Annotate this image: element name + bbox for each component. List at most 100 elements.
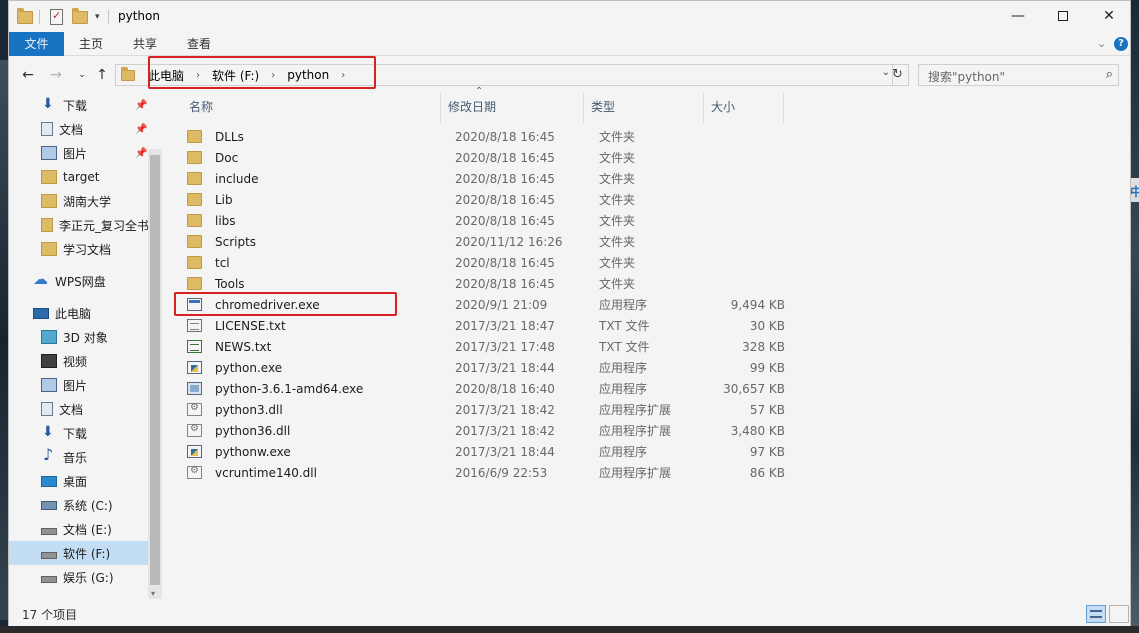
tab-home[interactable]: 主页: [75, 32, 107, 56]
sidebar-item-label: 视频: [63, 354, 88, 369]
close-button[interactable]: ✕: [1086, 1, 1132, 32]
file-date: 2017/3/21 18:44: [455, 360, 555, 375]
file-date: 2017/3/21 17:48: [455, 339, 555, 354]
file-type: 文件夹: [599, 172, 636, 186]
large-icons-view-button[interactable]: [1109, 605, 1129, 623]
cube-icon: [41, 330, 57, 344]
drive-icon: [41, 576, 57, 583]
sidebar-item-wps-cloud[interactable]: WPS网盘: [9, 269, 149, 293]
file-name: LICENSE.txt: [215, 318, 286, 333]
refresh-icon[interactable]: ↻: [887, 64, 909, 86]
drive-icon: [41, 528, 57, 535]
sidebar-item-label: 此电脑: [55, 306, 92, 321]
minimize-button[interactable]: —: [995, 1, 1041, 32]
sidebar-scrollbar-thumb[interactable]: [150, 155, 160, 585]
scroll-down-chevron-icon[interactable]: ▾: [151, 589, 155, 598]
file-row[interactable]: vcruntime140.dll 2016/6/9 22:53 应用程序扩展 86 K…: [182, 462, 792, 483]
folder-icon: [41, 194, 57, 208]
file-row[interactable]: python-3.6.1-amd64.exe 2020/8/18 16:40 应用程…: [182, 378, 792, 399]
file-name: python-3.6.1-amd64.exe: [215, 381, 364, 396]
file-row[interactable]: python36.dll 2017/3/21 18:42 应用程序扩展 3,480 K…: [182, 420, 792, 441]
file-type: 应用程序扩展: [599, 466, 672, 480]
quick-access-folder-icon[interactable]: [17, 7, 33, 26]
file-row[interactable]: tcl 2020/8/18 16:45 文件夹: [182, 252, 792, 273]
maximize-button[interactable]: [1040, 1, 1086, 32]
sidebar-item-documents[interactable]: 文档 📌: [9, 117, 149, 141]
recent-locations-chevron-icon[interactable]: ⌄: [71, 65, 93, 85]
desktop-icon: [41, 475, 57, 487]
file-row[interactable]: python.exe 2017/3/21 18:44 应用程序 99 KB: [182, 357, 792, 378]
file-type: 应用程序扩展: [599, 403, 672, 417]
sidebar-item-videos[interactable]: 视频: [9, 349, 149, 373]
file-row[interactable]: NEWS.txt 2017/3/21 17:48 TXT 文件 328 KB: [182, 336, 792, 357]
installer-icon: [187, 382, 202, 395]
expand-ribbon-chevron-icon[interactable]: ⌄: [1097, 37, 1106, 50]
file-row[interactable]: DLLs 2020/8/18 16:45 文件夹: [182, 126, 792, 147]
sidebar-item-downloads[interactable]: 下载 📌: [9, 93, 149, 117]
sidebar-item-label: WPS网盘: [55, 274, 106, 289]
address-folder-icon: [121, 67, 135, 81]
file-type: 文件夹: [599, 193, 636, 207]
folder-icon: [187, 193, 202, 206]
pin-icon[interactable]: 📌: [135, 148, 147, 159]
back-arrow-icon[interactable]: ←: [17, 65, 39, 85]
search-icon[interactable]: ⌕: [1106, 67, 1113, 82]
folder-icon: [187, 172, 202, 185]
file-row[interactable]: libs 2020/8/18 16:45 文件夹: [182, 210, 792, 231]
system-drive-icon: [41, 500, 57, 510]
customize-toolbar-chevron-down-icon[interactable]: ▾: [95, 8, 100, 26]
details-view-button[interactable]: [1086, 605, 1106, 623]
tab-view[interactable]: 查看: [183, 32, 215, 56]
sidebar-item-downloads-pc[interactable]: 下载: [9, 421, 149, 445]
file-row[interactable]: Scripts 2020/11/12 16:26 文件夹: [182, 231, 792, 252]
file-date: 2020/8/18 16:45: [455, 171, 555, 186]
file-row[interactable]: Lib 2020/8/18 16:45 文件夹: [182, 189, 792, 210]
sidebar-item-3d-objects[interactable]: 3D 对象: [9, 325, 149, 349]
sidebar-item-label: 桌面: [63, 474, 88, 489]
up-arrow-icon[interactable]: ↑: [91, 65, 113, 85]
sidebar-item-desktop[interactable]: 桌面: [9, 469, 149, 493]
sidebar-item-study-docs[interactable]: 学习文档: [9, 237, 149, 261]
sidebar-item-documents-pc[interactable]: 文档: [9, 397, 149, 421]
column-header-date[interactable]: 修改日期: [441, 93, 584, 123]
sidebar-item-drive-f[interactable]: 软件 (F:): [9, 541, 149, 565]
sidebar-item-music[interactable]: 音乐: [9, 445, 149, 469]
help-icon[interactable]: ?: [1114, 37, 1128, 51]
file-date: 2020/11/12 16:26: [455, 234, 563, 249]
file-row[interactable]: pythonw.exe 2017/3/21 18:44 应用程序 97 KB: [182, 441, 792, 462]
sidebar-item-pictures-pc[interactable]: 图片: [9, 373, 149, 397]
file-row[interactable]: python3.dll 2017/3/21 18:42 应用程序扩展 57 KB: [182, 399, 792, 420]
highlight-box-breadcrumb: [148, 56, 376, 89]
sidebar-item-hunan-university[interactable]: 湖南大学: [9, 189, 149, 213]
pin-icon[interactable]: 📌: [135, 124, 147, 135]
sidebar-item-drive-e[interactable]: 文档 (E:): [9, 517, 149, 541]
column-header-type[interactable]: 类型: [584, 93, 704, 123]
search-placeholder: 搜索"python": [928, 70, 1006, 84]
window-title: python: [118, 9, 160, 23]
file-size: 30,657 KB: [723, 381, 785, 396]
file-row[interactable]: Tools 2020/8/18 16:45 文件夹: [182, 273, 792, 294]
sidebar-item-this-pc[interactable]: 此电脑: [9, 301, 149, 325]
pin-icon[interactable]: 📌: [135, 100, 147, 111]
sidebar-item-target[interactable]: target: [9, 165, 149, 189]
computer-icon: [33, 307, 49, 319]
forward-arrow-icon[interactable]: →: [45, 65, 67, 85]
file-type: TXT 文件: [599, 319, 650, 333]
sidebar-item-review-book[interactable]: 李正元_复习全书: [9, 213, 149, 237]
properties-icon[interactable]: [50, 8, 63, 26]
sidebar-item-drive-g[interactable]: 娱乐 (G:): [9, 565, 149, 589]
sidebar-item-pictures[interactable]: 图片 📌: [9, 141, 149, 165]
file-row[interactable]: Doc 2020/8/18 16:45 文件夹: [182, 147, 792, 168]
file-row[interactable]: LICENSE.txt 2017/3/21 18:47 TXT 文件 30 KB: [182, 315, 792, 336]
search-input[interactable]: 搜索"python" ⌕: [918, 64, 1119, 86]
sidebar-item-drive-c[interactable]: 系统 (C:): [9, 493, 149, 517]
picture-icon: [41, 378, 57, 392]
sidebar-item-label: target: [63, 170, 100, 184]
file-row[interactable]: include 2020/8/18 16:45 文件夹: [182, 168, 792, 189]
new-folder-icon[interactable]: [72, 7, 88, 26]
details-view-icon: [1090, 610, 1102, 618]
column-header-name[interactable]: 名称: [182, 93, 441, 123]
tab-share[interactable]: 共享: [129, 32, 161, 56]
column-header-size[interactable]: 大小: [704, 93, 784, 123]
tab-file[interactable]: 文件: [9, 32, 64, 56]
